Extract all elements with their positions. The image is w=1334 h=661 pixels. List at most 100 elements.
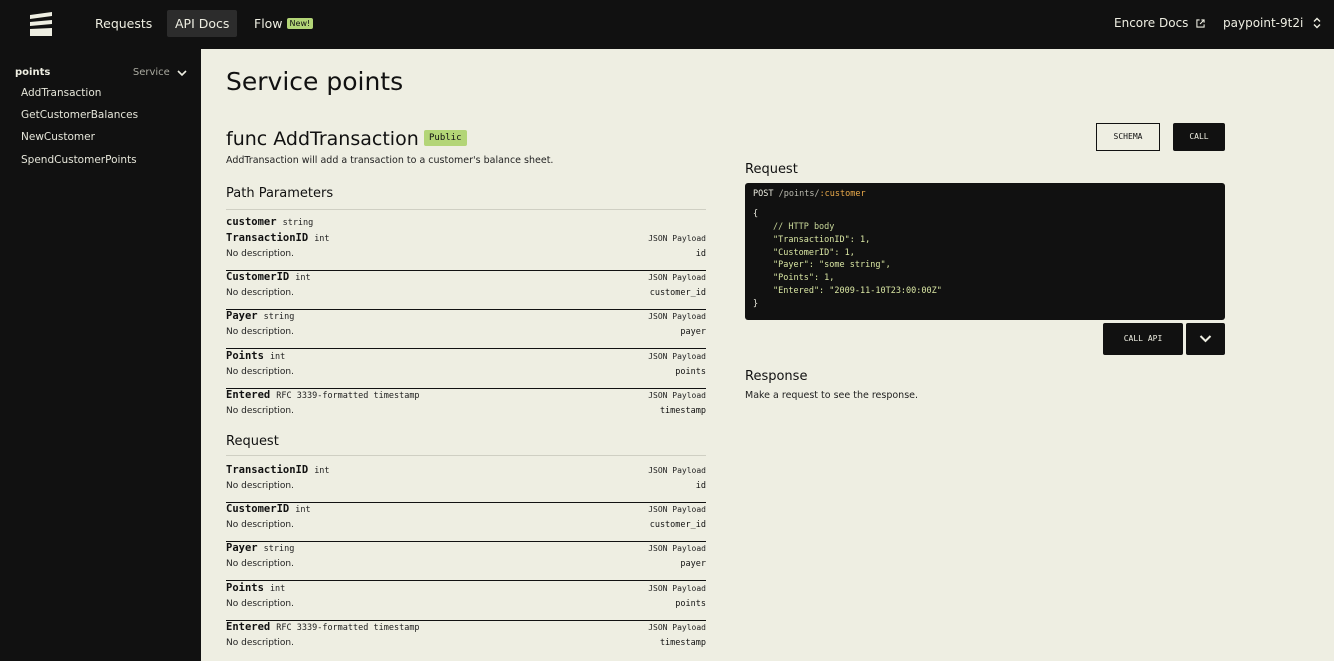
external-link-icon (1196, 19, 1205, 28)
param-description: No description. (226, 367, 295, 377)
schema-button[interactable]: SCHEMA (1096, 123, 1160, 151)
param-name: Payer string (226, 310, 295, 322)
param-location: JSON Payload (648, 391, 706, 400)
param-field: id (695, 481, 706, 491)
param-row: CustomerID int JSON Payload No descriptio… (226, 503, 706, 542)
param-row: CustomerID int JSON Payload No descriptio… (226, 271, 706, 310)
param-row: TransactionID int JSON Payload No descrip… (226, 232, 706, 271)
param-row: Entered RFC 3339-formatted timestamp JSON… (226, 389, 706, 428)
new-badge: New! (286, 18, 314, 29)
param-name: Entered RFC 3339-formatted timestamp (226, 621, 420, 633)
param-type: int (314, 466, 330, 476)
response-heading: Response (745, 369, 808, 384)
param-name: TransactionID int (226, 232, 330, 244)
chevron-up-down-icon (1313, 17, 1321, 29)
param-type: string (282, 218, 314, 228)
param-description: No description. (226, 559, 295, 569)
param-location: JSON Payload (648, 312, 706, 321)
param-description: No description. (226, 520, 295, 530)
call-button[interactable]: CALL (1173, 123, 1225, 151)
sidebar: points Service AddTransaction GetCustome… (0, 49, 201, 661)
param-location: JSON Payload (648, 505, 706, 514)
service-kind-label: Service (132, 67, 170, 78)
param-field: customer_id (649, 288, 706, 298)
param-type: RFC 3339-formatted timestamp (276, 391, 420, 401)
sidebar-item-spendcustomerpoints[interactable]: SpendCustomerPoints (21, 154, 137, 166)
param-location: JSON Payload (648, 466, 706, 475)
sidebar-item-newcustomer[interactable]: NewCustomer (21, 131, 95, 143)
sidebar-service-header: points Service (15, 67, 187, 81)
sidebar-service-name[interactable]: points (15, 67, 50, 78)
param-location: JSON Payload (648, 584, 706, 593)
param-description: No description. (226, 406, 295, 416)
param-row: TransactionID int JSON Payload No descrip… (226, 464, 706, 503)
sidebar-item-getcustomerbalances[interactable]: GetCustomerBalances (21, 109, 138, 121)
chevron-down-icon (177, 70, 187, 77)
request-line: POST /points/:customer (753, 189, 866, 199)
call-api-button[interactable]: CALL API (1103, 323, 1183, 355)
nav-flow[interactable]: Flow New! (246, 10, 321, 37)
param-location: JSON Payload (648, 352, 706, 361)
param-name: TransactionID int (226, 464, 330, 476)
param-type: int (314, 234, 330, 244)
param-description: No description. (226, 599, 295, 609)
service-kind-dropdown[interactable]: Service (133, 67, 187, 78)
path-param-customer: customer string (226, 216, 706, 230)
request-editor[interactable]: POST /points/:customer { // HTTP body "T… (745, 183, 1225, 320)
param-name: Points int (226, 582, 286, 594)
param-name: Points int (226, 350, 286, 362)
request-path: /points/ (778, 189, 820, 199)
param-name: customer string (226, 216, 314, 228)
main-content: Service points func AddTransaction Publi… (201, 49, 1334, 661)
path-param-input[interactable]: :customer (820, 189, 866, 199)
body-line[interactable]: "CustomerID": 1, (773, 248, 855, 258)
http-method: POST (753, 189, 774, 199)
param-field: payer (680, 327, 706, 337)
param-description: No description. (226, 327, 295, 337)
param-description: No description. (226, 481, 295, 491)
encore-docs-link[interactable]: Encore Docs (1114, 10, 1205, 37)
app-selector[interactable]: paypoint-9t2i (1223, 10, 1321, 37)
param-location: JSON Payload (648, 623, 706, 632)
param-field: points (675, 367, 706, 377)
param-location: JSON Payload (648, 234, 706, 243)
param-type: int (295, 273, 311, 283)
param-description: No description. (226, 288, 295, 298)
body-line[interactable]: "Entered": "2009-11-10T23:00:00Z" (773, 286, 942, 296)
nav-flow-label: Flow (254, 16, 283, 31)
param-name: CustomerID int (226, 271, 311, 283)
body-line[interactable]: "TransactionID": 1, (773, 235, 870, 245)
app-selector-label: paypoint-9t2i (1223, 16, 1304, 30)
request-panel-heading: Request (745, 162, 798, 177)
body-line[interactable]: "Payer": "some string", (773, 260, 891, 270)
close-brace: } (753, 299, 759, 309)
call-options-dropdown[interactable] (1186, 323, 1225, 355)
response-placeholder: Make a request to see the response. (745, 390, 919, 401)
body-line[interactable]: "Points": 1, (773, 273, 834, 283)
param-field: payer (680, 559, 706, 569)
body-comment: // HTTP body (773, 222, 835, 232)
param-row: Payer string JSON Payload No description.… (226, 310, 706, 349)
param-field: points (675, 599, 706, 609)
param-field: customer_id (649, 520, 706, 530)
top-navigation-bar: Requests API Docs Flow New! Encore Docs p… (0, 0, 1334, 49)
open-brace: { (753, 209, 759, 219)
sidebar-item-addtransaction[interactable]: AddTransaction (21, 87, 101, 99)
encore-logo-icon[interactable] (30, 12, 52, 36)
param-location: JSON Payload (648, 273, 706, 282)
nav-requests[interactable]: Requests (87, 10, 160, 37)
param-type: string (263, 312, 295, 322)
endpoint-title: func AddTransaction (226, 128, 419, 150)
param-description: No description. (226, 638, 295, 648)
nav-api-docs[interactable]: API Docs (167, 10, 238, 37)
param-row: Entered RFC 3339-formatted timestamp JSON… (226, 621, 706, 660)
param-type: string (263, 544, 295, 554)
request-schema-heading: Request (226, 434, 279, 449)
path-parameters-heading: Path Parameters (226, 186, 334, 201)
param-type: int (269, 584, 286, 594)
param-row: Payer string JSON Payload No description.… (226, 542, 706, 581)
param-name: Entered RFC 3339-formatted timestamp (226, 389, 420, 401)
param-row: Points int JSON Payload No description. p… (226, 582, 706, 621)
param-field: timestamp (659, 406, 706, 416)
section-divider (226, 209, 706, 210)
